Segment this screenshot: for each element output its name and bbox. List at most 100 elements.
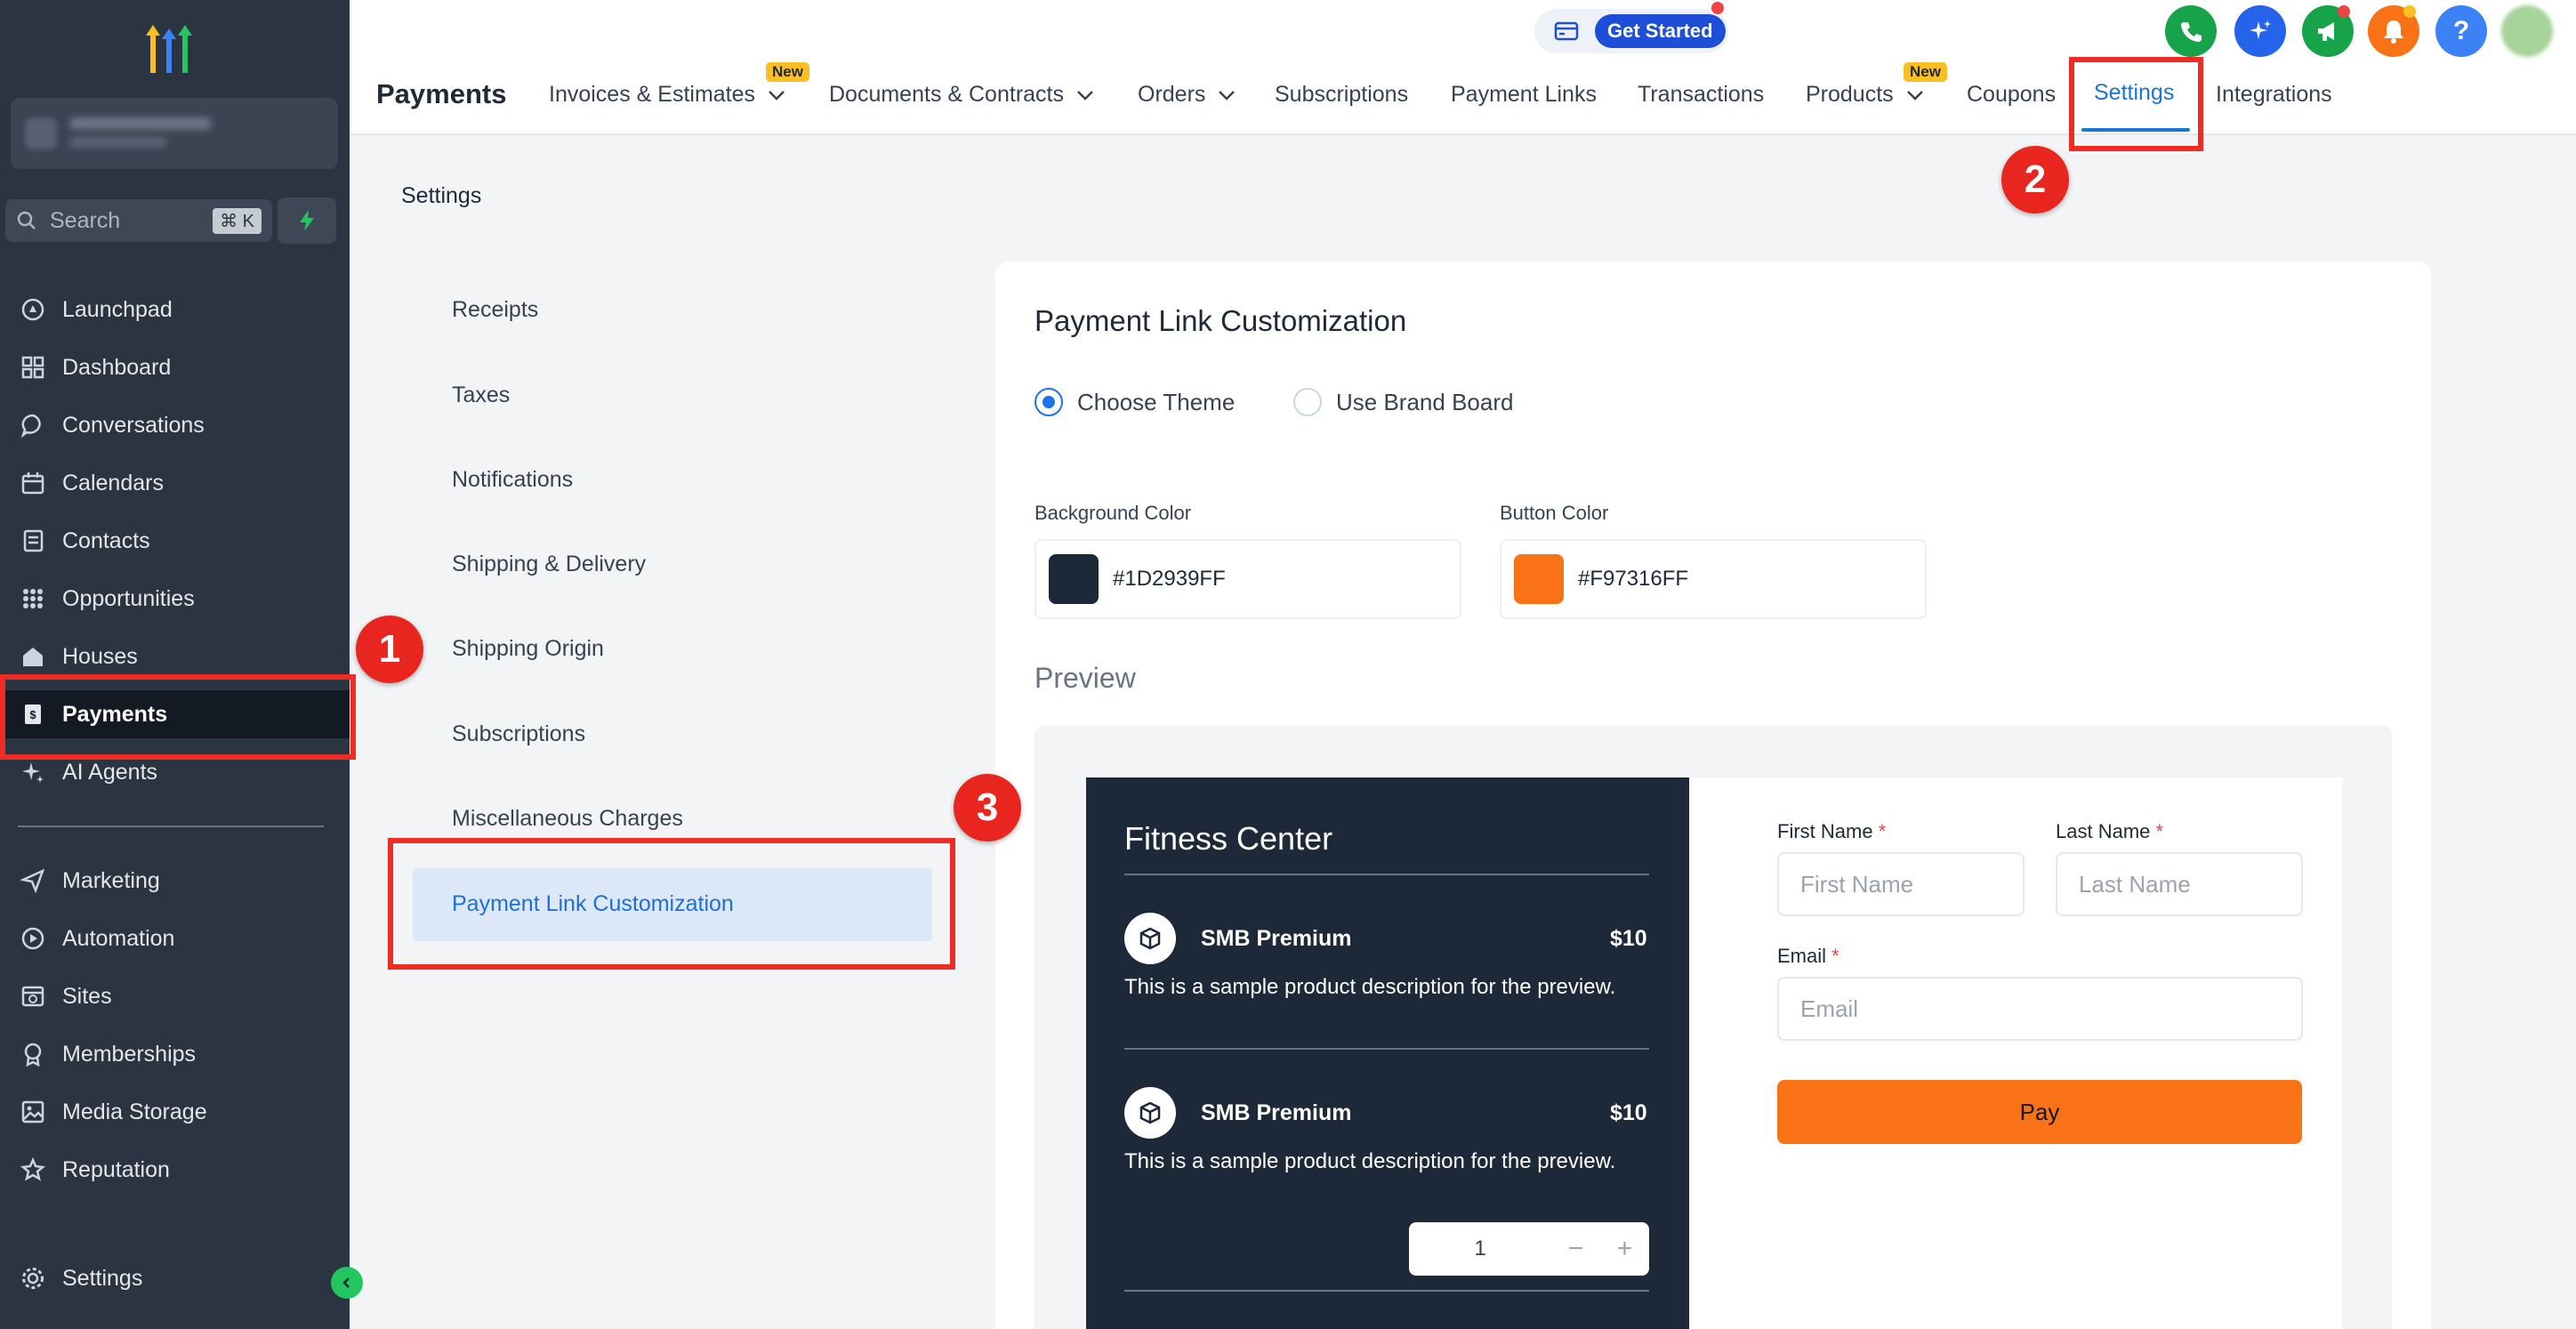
background-color-input[interactable]: #1D2939FF: [1034, 539, 1461, 619]
sidebar-item-label: Marketing: [62, 867, 160, 893]
highlight-box: [0, 674, 356, 760]
lightning-icon: [300, 210, 314, 231]
store-name: Fitness Center: [1124, 820, 1333, 857]
sidebar-item-conversations[interactable]: Conversations: [0, 401, 350, 449]
pay-button[interactable]: Pay: [1777, 1080, 2302, 1144]
sidebar-item-media-storage[interactable]: Media Storage: [0, 1088, 350, 1136]
chevron-down-icon: [769, 90, 785, 101]
settings-nav-notifications[interactable]: Notifications: [452, 467, 573, 493]
tab-documents-contracts[interactable]: Documents & Contracts: [829, 82, 1094, 108]
plus-icon[interactable]: +: [1600, 1234, 1649, 1264]
house-icon: [18, 641, 48, 672]
sidebar-item-memberships[interactable]: Memberships: [0, 1030, 350, 1078]
product-price: $10: [1610, 926, 1647, 951]
tab-coupons[interactable]: Coupons: [1967, 82, 2056, 108]
image-icon: [18, 1097, 48, 1127]
bell-icon: [2384, 20, 2403, 44]
app-logo[interactable]: [133, 18, 205, 80]
sparkle-icon: [2250, 20, 2271, 39]
sidebar-item-label: Houses: [62, 643, 138, 669]
radio-choose-theme[interactable]: Choose Theme: [1034, 388, 1235, 416]
sidebar-item-houses[interactable]: Houses: [0, 632, 350, 681]
sidebar-item-contacts[interactable]: Contacts: [0, 517, 350, 565]
sidebar-item-launchpad[interactable]: Launchpad: [0, 286, 350, 334]
opportunities-icon: [18, 584, 48, 614]
contacts-icon: [18, 526, 48, 556]
search-shortcut: ⌘ K: [213, 207, 262, 234]
settings-nav-taxes[interactable]: Taxes: [452, 383, 510, 408]
highlight-box: [2069, 57, 2203, 151]
new-badge: New: [766, 62, 809, 82]
tab-integrations[interactable]: Integrations: [2216, 82, 2332, 108]
radio-use-brand-board[interactable]: Use Brand Board: [1293, 388, 1513, 416]
background-color-label: Background Color: [1034, 502, 1192, 524]
sidebar-item-opportunities[interactable]: Opportunities: [0, 575, 350, 623]
email-field[interactable]: Email: [1777, 977, 2303, 1041]
help-button[interactable]: ?: [2435, 5, 2487, 57]
step-marker: 3: [954, 774, 1021, 842]
card-title: Payment Link Customization: [1034, 304, 1407, 337]
sidebar-item-label: AI Agents: [62, 759, 158, 785]
quantity-value: 1: [1474, 1236, 1486, 1261]
settings-nav-shipping-origin[interactable]: Shipping Origin: [452, 636, 604, 662]
highlight-box: [388, 838, 955, 970]
quantity-stepper[interactable]: 1 − +: [1409, 1222, 1649, 1276]
settings-nav-subscriptions[interactable]: Subscriptions: [452, 721, 585, 747]
automation-icon: [18, 923, 48, 954]
sidebar-collapse-button[interactable]: [331, 1267, 363, 1299]
email-label: Email *: [1777, 945, 1839, 967]
settings-nav-shipping-delivery[interactable]: Shipping & Delivery: [452, 552, 646, 577]
sidebar-item-label: Contacts: [62, 528, 150, 553]
sidebar-item-settings[interactable]: Settings: [0, 1254, 350, 1302]
search-input[interactable]: Search ⌘ K: [5, 199, 272, 242]
divider: [1124, 1290, 1649, 1292]
tab-subscriptions[interactable]: Subscriptions: [1275, 82, 1408, 108]
sparkle-icon: [18, 757, 48, 787]
product-name: SMB Premium: [1201, 926, 1352, 951]
ai-assistant-button[interactable]: [2234, 5, 2286, 57]
preview-label: Preview: [1034, 662, 1136, 694]
calendar-icon: [18, 468, 48, 498]
search-label: Search: [50, 207, 121, 233]
product-description: This is a sample product description for…: [1124, 1149, 1616, 1173]
tab-invoices-estimates[interactable]: Invoices & Estimates: [549, 82, 785, 108]
sidebar-item-calendars[interactable]: Calendars: [0, 459, 350, 507]
chevron-down-icon: [1906, 90, 1923, 101]
settings-nav-miscellaneous-charges[interactable]: Miscellaneous Charges: [452, 806, 683, 832]
button-color-input[interactable]: #F97316FF: [1500, 539, 1927, 619]
tab-payment-links[interactable]: Payment Links: [1451, 82, 1597, 108]
sites-icon: [18, 981, 48, 1011]
page-title: Payments: [376, 78, 507, 109]
account-switcher[interactable]: [11, 98, 338, 169]
settings-heading: Settings: [401, 183, 482, 208]
color-swatch[interactable]: [1514, 554, 1564, 604]
box-icon: [1124, 1087, 1176, 1139]
sidebar-item-label: Dashboard: [62, 354, 172, 380]
sidebar-item-sites[interactable]: Sites: [0, 972, 350, 1020]
radio-unselected-icon: [1293, 388, 1322, 416]
question-icon: ?: [2452, 16, 2470, 45]
tab-products[interactable]: Products: [1806, 82, 1924, 108]
quick-action-button[interactable]: [278, 197, 336, 244]
get-started-button[interactable]: Get Started: [1595, 14, 1726, 48]
settings-nav-receipts[interactable]: Receipts: [452, 297, 538, 323]
last-name-field[interactable]: Last Name: [2056, 852, 2303, 916]
tab-orders[interactable]: Orders: [1138, 82, 1236, 108]
sidebar-item-marketing[interactable]: Marketing: [0, 857, 350, 905]
avatar[interactable]: [2501, 5, 2553, 57]
phone-button[interactable]: [2165, 5, 2217, 57]
sidebar-item-label: Conversations: [62, 412, 205, 438]
first-name-label: First Name *: [1777, 820, 1887, 842]
star-icon: [18, 1155, 48, 1185]
color-swatch[interactable]: [1049, 554, 1099, 604]
phone-icon: [2181, 22, 2202, 42]
last-name-label: Last Name *: [2056, 820, 2164, 842]
get-started-widget[interactable]: Get Started: [1534, 9, 1728, 53]
sidebar-item-automation[interactable]: Automation: [0, 914, 350, 963]
tab-transactions[interactable]: Transactions: [1638, 82, 1764, 108]
minus-icon[interactable]: −: [1551, 1234, 1600, 1264]
sidebar-item-reputation[interactable]: Reputation: [0, 1146, 350, 1194]
sidebar-item-dashboard[interactable]: Dashboard: [0, 343, 350, 391]
search-icon: [17, 211, 36, 230]
first-name-field[interactable]: First Name: [1777, 852, 2025, 916]
